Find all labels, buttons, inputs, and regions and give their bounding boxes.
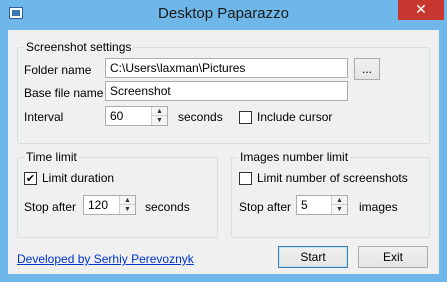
time-spin-arrows[interactable]: ▲ ▼	[119, 196, 135, 214]
images-limit-legend: Images number limit	[238, 150, 351, 164]
spin-up-icon[interactable]: ▲	[152, 107, 167, 116]
spin-down-icon[interactable]: ▼	[152, 116, 167, 125]
images-stop-after-label: Stop after	[239, 200, 292, 214]
time-stop-after-stepper[interactable]: 120 ▲ ▼	[83, 195, 136, 215]
time-stop-after-value: 120	[88, 198, 109, 212]
limit-duration-label[interactable]: Limit duration	[42, 171, 114, 185]
interval-unit-label: seconds	[178, 110, 223, 124]
images-stop-after-value: 5	[301, 198, 308, 212]
include-cursor-checkbox[interactable]	[239, 111, 252, 124]
client-area: Screenshot settings Folder name C:\Users…	[8, 30, 439, 274]
images-unit-label: images	[359, 200, 398, 214]
base-file-name-field[interactable]: Screenshot	[105, 81, 348, 101]
spin-down-icon[interactable]: ▼	[120, 205, 135, 214]
spin-down-icon[interactable]: ▼	[332, 205, 347, 214]
include-cursor-label[interactable]: Include cursor	[257, 110, 332, 124]
limit-duration-checkbox[interactable]: ✔	[24, 172, 37, 185]
folder-name-label: Folder name	[24, 63, 92, 77]
browse-folder-button[interactable]: ...	[354, 58, 380, 80]
exit-button[interactable]: Exit	[358, 246, 428, 268]
app-window: Desktop Paparazzo ✕ Screenshot settings …	[0, 0, 447, 282]
folder-name-field[interactable]: C:\Users\laxman\Pictures	[105, 58, 348, 78]
close-button[interactable]: ✕	[398, 0, 444, 20]
screenshot-settings-legend: Screenshot settings	[24, 40, 134, 54]
time-stop-after-label: Stop after	[24, 200, 77, 214]
time-limit-legend: Time limit	[24, 150, 79, 164]
images-stop-after-stepper[interactable]: 5 ▲ ▼	[296, 195, 348, 215]
interval-label: Interval	[24, 110, 64, 124]
spin-up-icon[interactable]: ▲	[120, 196, 135, 205]
interval-stepper[interactable]: 60 ▲ ▼	[105, 106, 168, 126]
interval-spin-arrows[interactable]: ▲ ▼	[151, 107, 167, 125]
spin-up-icon[interactable]: ▲	[332, 196, 347, 205]
time-unit-label: seconds	[145, 200, 190, 214]
window-title: Desktop Paparazzo	[158, 5, 289, 22]
interval-value: 60	[110, 109, 124, 123]
limit-number-checkbox[interactable]	[239, 172, 252, 185]
base-file-name-label: Base file name	[24, 86, 104, 100]
start-button[interactable]: Start	[278, 246, 348, 268]
developer-link[interactable]: Developed by Serhiy Perevoznyk	[17, 252, 194, 266]
limit-number-label[interactable]: Limit number of screenshots	[257, 171, 408, 185]
images-spin-arrows[interactable]: ▲ ▼	[331, 196, 347, 214]
title-bar[interactable]: Desktop Paparazzo ✕	[0, 0, 447, 30]
